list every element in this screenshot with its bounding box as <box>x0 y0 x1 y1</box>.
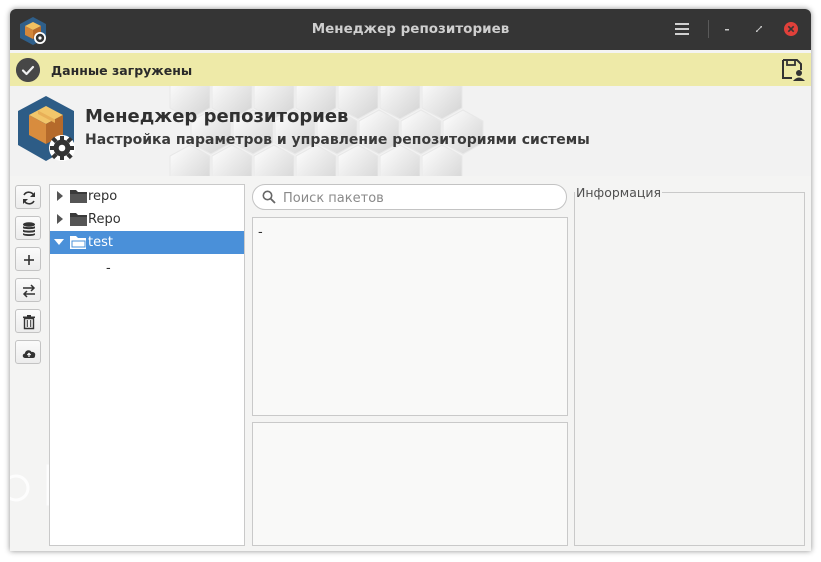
search-input[interactable] <box>281 188 560 208</box>
titlebar-separator <box>708 20 709 38</box>
collapse-arrow-icon[interactable] <box>54 238 64 246</box>
swap-icon <box>22 284 36 298</box>
notification-text: Данные загружены <box>51 63 193 78</box>
info-panel-label: Информация <box>575 185 663 200</box>
save-settings-icon[interactable] <box>780 57 806 83</box>
trash-icon <box>23 315 35 330</box>
search-icon <box>262 190 276 204</box>
refresh-icon <box>23 191 35 205</box>
refresh-button[interactable] <box>15 185 41 209</box>
swap-button[interactable] <box>15 278 41 302</box>
tree-item-repo[interactable]: repo <box>50 185 244 208</box>
repository-manager-logo-icon <box>18 96 75 161</box>
header-subtitle: Настройка параметров и управление репози… <box>85 132 590 148</box>
info-panel <box>574 192 805 546</box>
open-folder-icon <box>70 236 86 249</box>
folder-icon <box>70 190 87 203</box>
tree-item-label: Repo <box>88 212 121 227</box>
header-title: Менеджер репозиториев <box>85 106 349 127</box>
database-icon <box>23 222 35 236</box>
upload-button[interactable] <box>15 340 41 364</box>
package-details[interactable] <box>252 422 568 546</box>
title-bar[interactable]: Менеджер репозиториев <box>10 9 811 50</box>
tree-item-label: repo <box>88 189 118 204</box>
repository-tree[interactable]: repo Repo test - <box>49 184 245 546</box>
tree-item-repo-capital[interactable]: Repo <box>50 208 244 231</box>
minimize-icon[interactable] <box>717 19 737 39</box>
cloud-upload-icon <box>22 350 36 358</box>
database-button[interactable] <box>15 216 41 240</box>
tree-child-item[interactable]: - <box>106 261 111 276</box>
hamburger-menu-icon[interactable] <box>672 19 692 39</box>
main-content: repo Repo test - Поиск пакетов - Информа… <box>10 176 811 551</box>
folder-icon <box>70 213 87 226</box>
maximize-icon[interactable] <box>749 19 769 39</box>
add-button[interactable] <box>15 247 41 271</box>
plus-icon <box>24 255 34 265</box>
app-window: Менеджер репозиториев Данные загружены М… <box>10 9 811 551</box>
tree-item-test[interactable]: test <box>50 231 244 254</box>
hexagon-background <box>169 86 484 176</box>
app-header: Менеджер репозиториев Настройка параметр… <box>10 86 811 176</box>
tree-item-label: test <box>88 235 113 250</box>
check-circle-icon <box>16 58 40 82</box>
close-icon[interactable] <box>781 19 801 39</box>
expand-arrow-icon[interactable] <box>56 191 64 201</box>
notification-bar: Данные загружены <box>10 53 811 86</box>
package-search[interactable] <box>252 184 567 210</box>
expand-arrow-icon[interactable] <box>56 214 64 224</box>
package-list[interactable]: - <box>252 217 568 416</box>
delete-button[interactable] <box>15 309 41 333</box>
list-item[interactable]: - <box>258 225 263 240</box>
